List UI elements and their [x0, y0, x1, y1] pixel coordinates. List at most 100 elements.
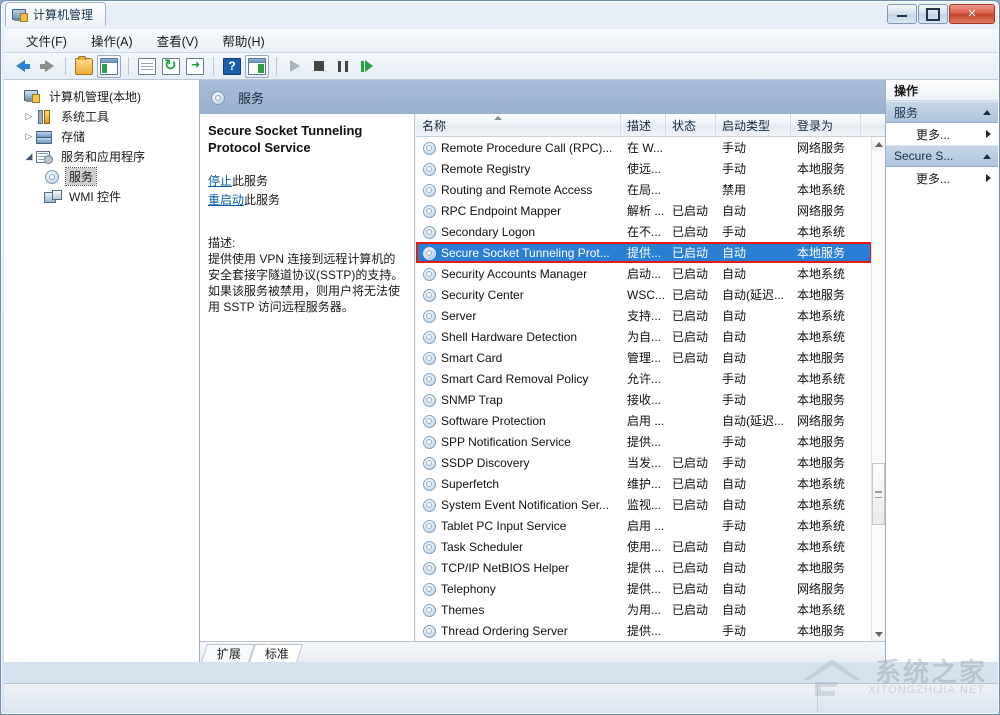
- close-button[interactable]: ✕: [949, 4, 995, 24]
- menu-help[interactable]: 帮助(H): [210, 28, 276, 53]
- table-row[interactable]: Themes为用...已启动自动本地系统: [416, 599, 872, 620]
- service-gear-icon: [422, 372, 436, 386]
- tab-extended[interactable]: 扩展: [201, 644, 255, 662]
- table-row[interactable]: Remote Registry使远...手动本地服务: [416, 158, 872, 179]
- forward-button[interactable]: [36, 56, 58, 77]
- cell-status: 已启动: [666, 559, 716, 576]
- cell-startup-type: 自动: [716, 580, 791, 597]
- actions-group-title: Secure S...: [894, 149, 953, 163]
- tree-node-services-and-applications[interactable]: ◢ 服务和应用程序: [8, 146, 199, 166]
- column-header-log-on-as[interactable]: 登录为: [791, 114, 861, 136]
- table-row[interactable]: Routing and Remote Access在局...禁用本地系统: [416, 179, 872, 200]
- minimize-button[interactable]: [887, 4, 917, 24]
- column-header-startup-type[interactable]: 启动类型: [716, 114, 791, 136]
- table-row[interactable]: Smart Card管理...已启动自动本地服务: [416, 347, 872, 368]
- table-row[interactable]: SPP Notification Service提供...手动本地服务: [416, 431, 872, 452]
- up-folder-button[interactable]: [73, 56, 95, 77]
- column-header-name[interactable]: 名称: [416, 114, 621, 136]
- restart-service-button[interactable]: [356, 56, 378, 77]
- show-hide-console-tree-button[interactable]: [97, 55, 121, 78]
- cell-startup-type: 手动: [716, 160, 791, 177]
- column-header-label: 登录为: [797, 117, 833, 134]
- start-service-button[interactable]: [284, 56, 306, 77]
- chevron-right-icon[interactable]: ▷: [22, 131, 36, 142]
- table-row[interactable]: Security Accounts Manager启动...已启动自动本地系统: [416, 263, 872, 284]
- scroll-down-button[interactable]: [872, 627, 885, 641]
- scrollbar-thumb[interactable]: [872, 463, 885, 525]
- table-row[interactable]: Secondary Logon在不...已启动手动本地系统: [416, 221, 872, 242]
- table-row[interactable]: Smart Card Removal Policy允许...手动本地系统: [416, 368, 872, 389]
- restart-service-link[interactable]: 重启动: [208, 193, 244, 207]
- cell-status: 已启动: [666, 286, 716, 303]
- table-row[interactable]: Tablet PC Input Service启用 ...手动本地系统: [416, 515, 872, 536]
- chevron-down-icon[interactable]: ◢: [22, 151, 36, 162]
- tree-node-system-tools[interactable]: ▷ 系统工具: [8, 106, 199, 126]
- cell-service-name: Smart Card Removal Policy: [416, 372, 621, 386]
- export-list-icon: [186, 58, 204, 75]
- table-row[interactable]: SSDP Discovery当发...已启动手动本地服务: [416, 452, 872, 473]
- back-button[interactable]: [12, 56, 34, 77]
- service-name-label: SSDP Discovery: [441, 456, 529, 470]
- details-pane: 服务 Secure Socket Tunneling Protocol Serv…: [200, 80, 885, 662]
- cell-service-name: System Event Notification Ser...: [416, 498, 621, 512]
- properties-button[interactable]: [136, 56, 158, 77]
- table-row[interactable]: SNMP Trap接收...手动本地服务: [416, 389, 872, 410]
- table-row[interactable]: Thread Ordering Server提供...手动本地服务: [416, 620, 872, 641]
- caret-up-icon[interactable]: [983, 110, 991, 115]
- cell-log-on-as: 本地服务: [791, 286, 861, 303]
- cell-log-on-as: 本地服务: [791, 433, 861, 450]
- refresh-button[interactable]: [160, 56, 182, 77]
- tree-node-services[interactable]: 服务: [8, 166, 199, 186]
- computer-management-icon: [12, 8, 27, 22]
- table-row[interactable]: Telephony提供...已启动自动网络服务: [416, 578, 872, 599]
- cell-startup-type: 手动: [716, 139, 791, 156]
- cell-startup-type: 禁用: [716, 181, 791, 198]
- table-row[interactable]: TCP/IP NetBIOS Helper提供 ...已启动自动本地服务: [416, 557, 872, 578]
- tab-label: 扩展: [217, 645, 241, 662]
- actions-group-selected-service[interactable]: Secure S...: [886, 145, 998, 167]
- menu-file[interactable]: 文件(F): [14, 28, 79, 53]
- menu-action[interactable]: 操作(A): [79, 28, 145, 53]
- table-row[interactable]: Software Protection启用 ...自动(延迟...网络服务: [416, 410, 872, 431]
- list-vertical-scrollbar[interactable]: [871, 137, 885, 641]
- tree-node-wmi-control[interactable]: WMI 控件: [8, 186, 199, 206]
- table-row[interactable]: RPC Endpoint Mapper解析 ...已启动自动网络服务: [416, 200, 872, 221]
- caret-up-icon[interactable]: [983, 154, 991, 159]
- table-row[interactable]: Security CenterWSC...已启动自动(延迟...本地服务: [416, 284, 872, 305]
- service-name-label: Thread Ordering Server: [441, 624, 568, 638]
- service-gear-icon: [422, 624, 436, 638]
- service-name-label: Secure Socket Tunneling Prot...: [441, 246, 610, 260]
- table-row[interactable]: Shell Hardware Detection为自...已启动自动本地系统: [416, 326, 872, 347]
- actions-group-services[interactable]: 服务: [886, 101, 998, 123]
- chevron-right-icon[interactable]: ▷: [22, 111, 36, 122]
- actions-more-services[interactable]: 更多...: [886, 123, 998, 145]
- tab-standard[interactable]: 标准: [249, 644, 303, 662]
- table-row[interactable]: System Event Notification Ser...监视...已启动…: [416, 494, 872, 515]
- column-header-status[interactable]: 状态: [666, 114, 716, 136]
- tree-node-storage[interactable]: ▷ 存储: [8, 126, 199, 146]
- table-row[interactable]: Remote Procedure Call (RPC)...在 W...手动网络…: [416, 137, 872, 158]
- service-gear-icon: [422, 603, 436, 617]
- table-row[interactable]: Secure Socket Tunneling Prot...提供...已启动自…: [416, 242, 872, 263]
- scroll-up-button[interactable]: [872, 137, 885, 151]
- show-action-pane-button[interactable]: [245, 55, 269, 78]
- column-header-description[interactable]: 描述: [621, 114, 666, 136]
- maximize-button[interactable]: [918, 4, 948, 24]
- actions-item-label: 更多...: [916, 126, 950, 143]
- tree-node-computer-management[interactable]: 计算机管理(本地): [8, 86, 199, 106]
- service-name-label: Shell Hardware Detection: [441, 330, 577, 344]
- menu-view[interactable]: 查看(V): [145, 28, 211, 53]
- table-row[interactable]: Server支持...已启动自动本地系统: [416, 305, 872, 326]
- cell-description: 启动...: [621, 265, 666, 282]
- help-button[interactable]: ?: [221, 56, 243, 77]
- stop-service-button[interactable]: [308, 56, 330, 77]
- stop-service-link[interactable]: 停止: [208, 174, 232, 188]
- cell-status: 已启动: [666, 538, 716, 555]
- table-row[interactable]: Task Scheduler使用...已启动自动本地系统: [416, 536, 872, 557]
- service-gear-icon: [422, 246, 436, 260]
- actions-more-selected[interactable]: 更多...: [886, 167, 998, 189]
- pause-service-button[interactable]: [332, 56, 354, 77]
- export-list-button[interactable]: [184, 56, 206, 77]
- cell-description: 为用...: [621, 601, 666, 618]
- table-row[interactable]: Superfetch维护...已启动自动本地系统: [416, 473, 872, 494]
